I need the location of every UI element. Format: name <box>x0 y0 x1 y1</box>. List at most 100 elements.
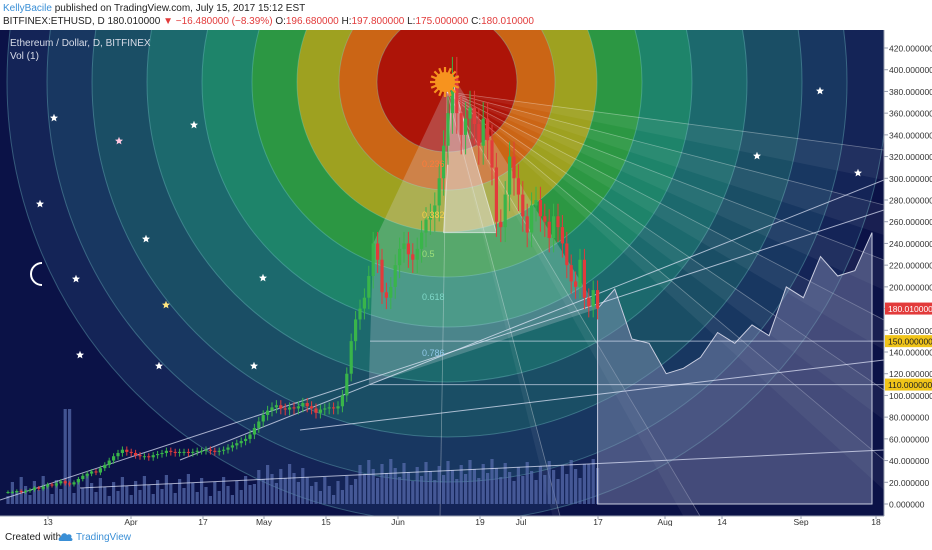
volume-bar <box>283 478 287 504</box>
candle <box>560 227 564 244</box>
y-tick-label: 340.000000 <box>889 130 932 140</box>
volume-bar <box>239 490 243 504</box>
volume-bar <box>340 490 344 504</box>
candle <box>134 452 138 456</box>
volume-bar <box>428 471 432 504</box>
volume-bar <box>530 471 534 504</box>
volume-bar <box>578 478 582 504</box>
candle <box>41 486 45 489</box>
price-tag-label: 180.010000 <box>888 304 932 314</box>
volume-bar <box>472 469 476 504</box>
candle <box>32 487 36 490</box>
candle <box>318 409 322 413</box>
volume-bar <box>274 483 278 504</box>
candle <box>336 406 340 409</box>
y-tick-label: 200.000000 <box>889 282 932 292</box>
candle <box>151 455 155 458</box>
candle <box>274 405 278 408</box>
candle <box>129 451 133 453</box>
volume-bar <box>556 479 560 504</box>
candle <box>367 276 371 298</box>
volume-bar <box>288 464 292 504</box>
volume-bar <box>68 409 72 504</box>
candle <box>569 265 573 282</box>
quote-line: BITFINEX:ETHUSD, D 180.010000 ▼ −16.4800… <box>3 16 534 27</box>
volume-bar <box>406 472 410 504</box>
price-tag-label: 110.000000 <box>888 380 932 390</box>
candle <box>503 194 507 228</box>
volume-bar <box>94 492 98 504</box>
volume-bar <box>213 482 217 504</box>
price-axis[interactable] <box>884 30 932 526</box>
volume-bar <box>464 474 468 504</box>
volume-bar <box>160 489 164 504</box>
y-tick-label: 80.000000 <box>889 413 929 423</box>
candle <box>582 259 586 298</box>
x-tick-label: 13 <box>43 517 53 526</box>
candle <box>98 468 102 473</box>
candle <box>239 441 243 444</box>
candle <box>398 248 402 266</box>
candle <box>147 456 151 458</box>
candle <box>578 259 582 287</box>
y-tick-label: 260.000000 <box>889 217 932 227</box>
volume-bar <box>195 492 199 504</box>
candle <box>472 107 476 125</box>
tradingview-brand[interactable]: TradingView <box>76 532 131 543</box>
volume-bar <box>402 463 406 504</box>
high-label: H: <box>341 16 352 27</box>
volume-bar <box>156 480 160 504</box>
volume-bar <box>358 465 362 504</box>
volume-bar <box>420 476 424 504</box>
candle <box>587 297 591 307</box>
footer: Created with TradingView <box>0 528 932 550</box>
candle <box>54 483 58 486</box>
volume-bar <box>525 462 529 504</box>
volume-bar <box>582 464 586 504</box>
candle <box>85 473 89 476</box>
candle <box>384 292 388 298</box>
candle <box>534 200 538 206</box>
volume-bar <box>318 491 322 504</box>
candle <box>116 452 120 457</box>
volume-bar <box>424 462 428 504</box>
volume-bar <box>248 485 252 504</box>
volume-bar <box>367 460 371 504</box>
candle <box>415 248 419 260</box>
candle <box>173 451 177 453</box>
candle <box>393 265 397 287</box>
candle <box>178 451 182 453</box>
volume-bar <box>486 473 490 504</box>
volume-bar <box>521 476 525 504</box>
candle <box>547 221 551 239</box>
y-tick-label: 100.000000 <box>889 391 932 401</box>
candle <box>380 259 384 293</box>
volume-bar <box>169 484 173 504</box>
candle <box>37 487 41 489</box>
candle <box>63 481 67 484</box>
volume-bar <box>450 470 454 504</box>
candle <box>490 140 494 168</box>
candle <box>279 405 283 409</box>
candle <box>362 297 366 309</box>
volume-bar <box>380 464 384 504</box>
candle <box>142 456 146 458</box>
close-label: C: <box>471 16 482 27</box>
volume-bar <box>538 466 542 504</box>
candle <box>248 434 252 439</box>
price-chart[interactable]: 0.236 0.382 0.5 0.618 0.786 Ethereum / Dolla… <box>0 30 932 526</box>
candle <box>437 178 441 206</box>
y-tick-label: 120.000000 <box>889 369 932 379</box>
candle <box>112 456 116 461</box>
x-tick-label: 14 <box>717 517 727 526</box>
candle <box>310 406 314 409</box>
candle <box>90 471 94 474</box>
candle <box>340 395 344 407</box>
candle <box>160 452 164 455</box>
candle <box>296 406 300 409</box>
y-tick-label: 220.000000 <box>889 261 932 271</box>
author-link[interactable]: KellyBacile <box>3 3 52 14</box>
candle <box>332 407 336 409</box>
candle <box>200 450 204 452</box>
candle <box>261 414 265 422</box>
